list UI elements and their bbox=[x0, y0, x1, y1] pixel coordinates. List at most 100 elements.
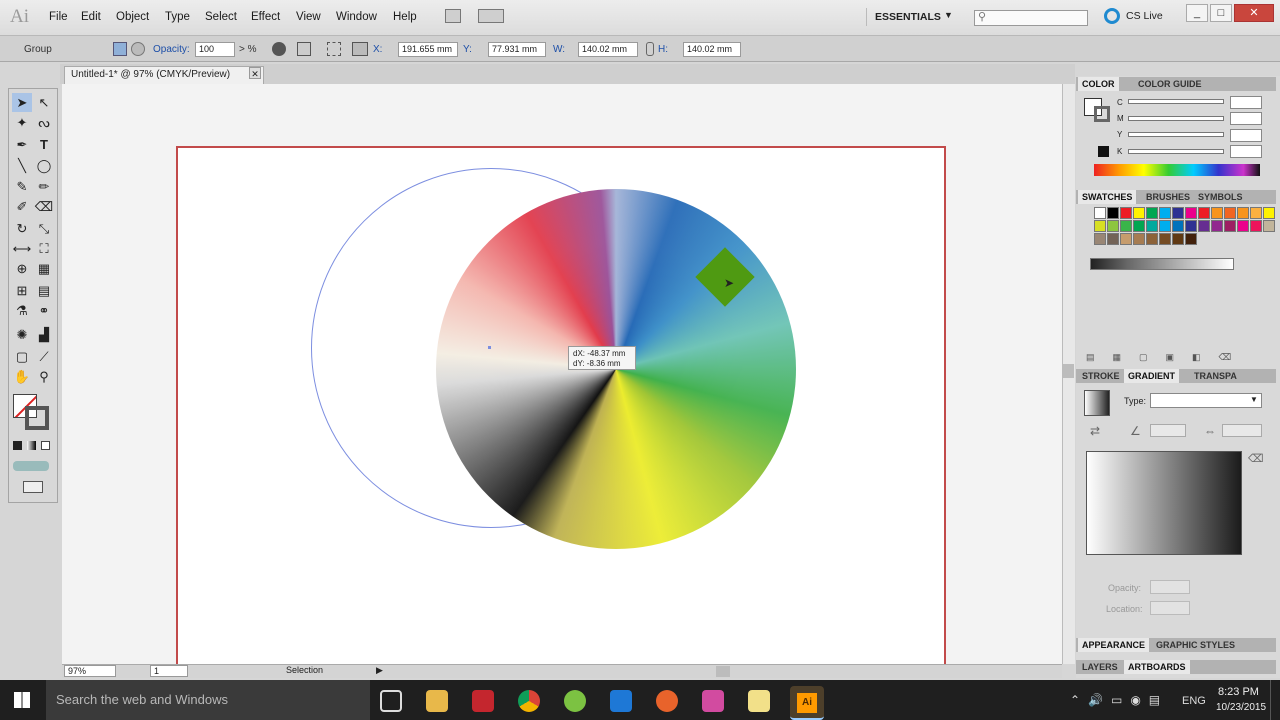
mesh-tool-icon[interactable]: ⊞ bbox=[12, 281, 32, 300]
swatch-panel-toolbar[interactable]: ▤▦▢▣◧⌫ bbox=[1086, 352, 1260, 362]
swatch-item[interactable] bbox=[1146, 220, 1158, 232]
magenta-app-icon[interactable] bbox=[702, 690, 724, 712]
gradient-tool-icon[interactable]: ▤ bbox=[34, 281, 54, 300]
swatch-item[interactable] bbox=[1263, 220, 1275, 232]
swatch-item[interactable] bbox=[1237, 220, 1249, 232]
black-swatch-mini[interactable] bbox=[1098, 146, 1109, 157]
opacity-label[interactable]: Opacity: bbox=[153, 44, 190, 55]
swatch-item[interactable] bbox=[1094, 220, 1106, 232]
blob-brush-tool-icon[interactable]: ✐ bbox=[12, 197, 32, 216]
drawing-modes-icon[interactable] bbox=[13, 461, 49, 471]
menu-file[interactable]: File bbox=[49, 11, 68, 23]
close-button[interactable]: ✕ bbox=[1234, 4, 1274, 22]
swatch-item[interactable] bbox=[1224, 220, 1236, 232]
swatch-item[interactable] bbox=[1224, 207, 1236, 219]
clock-date[interactable]: 10/23/2015 bbox=[1216, 702, 1266, 713]
rotate-tool-icon[interactable]: ↻ bbox=[12, 219, 32, 238]
cslive-button[interactable]: CS Live bbox=[1126, 10, 1163, 22]
swatch-item[interactable] bbox=[1159, 220, 1171, 232]
swatch-item[interactable] bbox=[1120, 220, 1132, 232]
swatch-item[interactable] bbox=[1198, 207, 1210, 219]
tab-appearance[interactable]: APPEARANCE bbox=[1078, 638, 1150, 652]
x-input[interactable]: 191.655 mm bbox=[398, 42, 458, 57]
show-desktop-button[interactable] bbox=[1270, 680, 1280, 720]
minimize-button[interactable]: _ bbox=[1186, 4, 1208, 22]
graphic-style-icon[interactable] bbox=[272, 42, 286, 56]
green-app-icon[interactable] bbox=[564, 690, 586, 712]
swatch-item[interactable] bbox=[1211, 220, 1223, 232]
link-proportions-icon[interactable] bbox=[646, 42, 654, 56]
swatch-item[interactable] bbox=[1159, 207, 1171, 219]
swatch-item[interactable] bbox=[1107, 207, 1119, 219]
angle-icon[interactable]: ∠ bbox=[1130, 424, 1141, 438]
selection-tool-icon[interactable]: ➤ bbox=[12, 93, 32, 112]
tab-brushes[interactable]: BRUSHES bbox=[1142, 190, 1194, 204]
stroke-swatch[interactable] bbox=[25, 406, 49, 430]
stickies-icon[interactable] bbox=[748, 690, 770, 712]
reference-point-icon[interactable] bbox=[352, 42, 368, 56]
pen-tool-icon[interactable]: ✒ bbox=[12, 135, 32, 154]
system-tray-icons[interactable]: ⌃🔊▭◉▤ bbox=[1070, 693, 1168, 707]
swatch-item[interactable] bbox=[1094, 233, 1106, 245]
menu-type[interactable]: Type bbox=[165, 11, 190, 23]
magenta-slider[interactable] bbox=[1128, 116, 1224, 121]
graph-tool-icon[interactable]: ▟ bbox=[34, 325, 54, 344]
pencil-tool-icon[interactable]: ✏ bbox=[34, 177, 54, 196]
gradient-slider-preview[interactable] bbox=[1086, 451, 1242, 555]
swatch-item[interactable] bbox=[1237, 207, 1249, 219]
swatch-item[interactable] bbox=[1146, 233, 1158, 245]
tab-graphic-styles[interactable]: GRAPHIC STYLES bbox=[1152, 638, 1239, 652]
swatch-item[interactable] bbox=[1172, 220, 1184, 232]
menu-edit[interactable]: Edit bbox=[81, 11, 101, 23]
swatch-item[interactable] bbox=[1250, 207, 1262, 219]
swatch-item[interactable] bbox=[1146, 207, 1158, 219]
magic-wand-tool-icon[interactable]: ✦ bbox=[12, 113, 32, 132]
taskbar-search-box[interactable]: Search the web and Windows bbox=[46, 680, 370, 720]
current-tool-status[interactable]: Selection bbox=[286, 665, 323, 675]
eraser-tool-icon[interactable]: ⌫ bbox=[34, 197, 54, 216]
tab-transparency[interactable]: TRANSPA bbox=[1190, 369, 1241, 383]
language-indicator[interactable]: ENG bbox=[1182, 695, 1206, 707]
eyedropper-tool-icon[interactable]: ⚗ bbox=[12, 301, 32, 320]
document-tab[interactable]: Untitled-1* @ 97% (CMYK/Preview) bbox=[64, 66, 264, 84]
acrobat-icon[interactable] bbox=[472, 690, 494, 712]
tab-layers[interactable]: LAYERS bbox=[1078, 660, 1122, 674]
swatch-item[interactable] bbox=[1159, 233, 1171, 245]
angle-input[interactable] bbox=[1150, 424, 1186, 437]
vertical-scroll-thumb[interactable] bbox=[1063, 364, 1074, 378]
swatch-item[interactable] bbox=[1172, 207, 1184, 219]
swatch-item[interactable] bbox=[1133, 233, 1145, 245]
search-help-input[interactable] bbox=[974, 10, 1088, 26]
swatch-item[interactable] bbox=[1185, 207, 1197, 219]
clock-time[interactable]: 8:23 PM bbox=[1218, 686, 1259, 698]
black-slider[interactable] bbox=[1128, 149, 1224, 154]
tab-artboards[interactable]: ARTBOARDS bbox=[1124, 660, 1190, 674]
gradient-mode-icon[interactable] bbox=[27, 441, 36, 450]
yellow-slider[interactable] bbox=[1128, 132, 1224, 137]
firefox-icon[interactable] bbox=[656, 690, 678, 712]
task-view-icon[interactable] bbox=[380, 690, 402, 712]
width-tool-icon[interactable]: ⟷ bbox=[12, 239, 32, 258]
recolor-icon[interactable] bbox=[113, 42, 127, 56]
ellipse-tool-icon[interactable]: ◯ bbox=[34, 156, 54, 175]
swatch-grid[interactable] bbox=[1080, 207, 1275, 289]
color-spectrum-bar[interactable] bbox=[1094, 164, 1260, 176]
illustrator-taskbar-icon[interactable]: Ai bbox=[790, 686, 824, 720]
opacity-input[interactable]: 100 bbox=[195, 42, 235, 57]
cyan-input[interactable] bbox=[1230, 96, 1262, 109]
gradient-thumbnail[interactable] bbox=[1084, 390, 1110, 416]
swatch-item[interactable] bbox=[1172, 233, 1184, 245]
none-mode-icon[interactable] bbox=[41, 441, 50, 450]
tab-color-guide[interactable]: COLOR GUIDE bbox=[1134, 77, 1206, 91]
tab-color[interactable]: COLOR bbox=[1078, 77, 1119, 91]
gradient-location-input[interactable] bbox=[1150, 601, 1190, 615]
file-explorer-icon[interactable] bbox=[426, 690, 448, 712]
swatch-item[interactable] bbox=[1211, 207, 1223, 219]
cyan-slider[interactable] bbox=[1128, 99, 1224, 104]
reverse-gradient-icon[interactable]: ⇄ bbox=[1090, 424, 1100, 438]
zoom-select[interactable]: 97% bbox=[64, 665, 116, 677]
zoom-tool-icon[interactable]: ⚲ bbox=[34, 367, 54, 386]
perspective-grid-tool-icon[interactable]: ▦ bbox=[34, 259, 54, 278]
menu-view[interactable]: View bbox=[296, 11, 321, 23]
artboard-tool-icon[interactable]: ▢ bbox=[12, 347, 32, 366]
